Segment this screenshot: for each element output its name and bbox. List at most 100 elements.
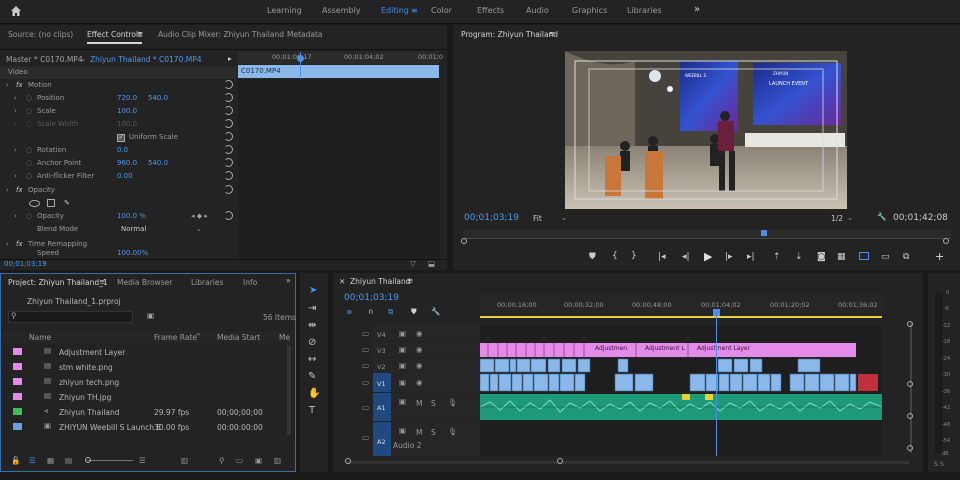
scrubber-end-handle[interactable]	[943, 238, 949, 244]
microphone-icon[interactable]: 🎙	[448, 398, 458, 407]
razor-tool-icon[interactable]: ⊘	[308, 337, 316, 348]
panel-more-icon[interactable]: »	[286, 276, 291, 285]
rectangle-mask-icon[interactable]	[47, 199, 55, 207]
list-item[interactable]: ⫷ Zhiyun Thailand 29.97 fps 00;00;00;00	[1, 405, 287, 419]
sort-icons-icon[interactable]: ☰	[139, 456, 146, 465]
sync-lock-icon[interactable]: ▣	[399, 345, 406, 354]
ripple-edit-tool-icon[interactable]: ⇹	[308, 320, 316, 331]
panel-menu-icon[interactable]: ≡	[99, 277, 105, 286]
lock-icon[interactable]: 🔓	[11, 456, 20, 465]
ec-timeline[interactable]	[238, 52, 439, 64]
pen-tool-icon[interactable]: ✎	[308, 371, 316, 382]
ec-timecode[interactable]: 00;01;03;19	[4, 260, 47, 268]
nest-toggle-icon[interactable]: ⧈	[347, 307, 352, 317]
rotation-value[interactable]: 0.0	[117, 146, 128, 154]
mark-out-icon[interactable]: }	[631, 251, 637, 261]
panel-menu-icon[interactable]: ≡	[407, 276, 413, 285]
solo-button[interactable]: S	[431, 428, 436, 437]
work-area-bar[interactable]	[480, 316, 882, 318]
keyframe-nav-icon[interactable]: ◂ ◆ ▸	[191, 212, 208, 220]
track-label-v2[interactable]: V2	[377, 363, 386, 371]
label-color[interactable]	[13, 363, 22, 370]
list-item[interactable]: ▤ Zhiyun TH.jpg	[1, 390, 287, 404]
timeline-v-scrollbar[interactable]	[910, 323, 912, 453]
step-back-icon[interactable]: ◂|	[682, 252, 690, 262]
sync-lock-icon[interactable]: ▣	[399, 426, 406, 435]
go-to-out-icon[interactable]: ▸|	[747, 252, 755, 262]
list-item[interactable]: ▣ ZHIYUN Weebill S Launch E 30.00 fps 00…	[1, 420, 287, 434]
type-tool-icon[interactable]: T	[309, 405, 315, 416]
label-color[interactable]	[13, 423, 22, 430]
reset-icon[interactable]	[224, 158, 233, 167]
zoom-slider[interactable]	[87, 460, 133, 461]
workspace-learning[interactable]: Learning	[267, 6, 302, 15]
timeline-timecode[interactable]: 00;01;03;19	[344, 293, 399, 303]
project-scrollbar[interactable]	[287, 345, 291, 435]
lock-track-icon[interactable]: ▭	[362, 403, 369, 412]
track-lane-v4[interactable]	[480, 326, 882, 341]
freeform-view-icon[interactable]: ▤	[65, 456, 72, 465]
expand-arrow-icon[interactable]: ›	[6, 240, 9, 248]
anchor-y-value[interactable]: 540.0	[148, 159, 168, 167]
add-marker-icon[interactable]: ⛊	[411, 307, 417, 317]
list-item[interactable]: ▤ stm white.png	[1, 360, 287, 374]
workspace-graphics[interactable]: Graphics	[572, 6, 607, 15]
solo-button[interactable]: S	[431, 399, 436, 408]
workspace-more-icon[interactable]: »	[694, 4, 700, 15]
lock-track-icon[interactable]: ▭	[362, 345, 369, 354]
motion-row[interactable]: › fx Motion	[0, 79, 237, 92]
vr-icon[interactable]: ⧉	[903, 252, 909, 262]
v-scroll-handle[interactable]	[907, 321, 913, 327]
export-icon[interactable]: ⬓	[428, 259, 435, 268]
mute-button[interactable]: M	[416, 428, 422, 437]
v2-clips[interactable]	[480, 358, 882, 373]
expand-arrow-icon[interactable]: ›	[14, 107, 17, 115]
video-frame[interactable]: WEEBILL S LAUNCH EVENT ZHIYUN	[565, 51, 847, 209]
tab-metadata[interactable]: Metadata	[287, 30, 323, 39]
speed-value[interactable]: 100.00%	[117, 249, 148, 257]
play-only-icon[interactable]: ▸	[228, 54, 232, 63]
list-view-icon[interactable]: ☰	[29, 456, 36, 465]
filter-icon[interactable]: ▽	[410, 259, 416, 268]
v-scroll-handle[interactable]	[907, 381, 913, 387]
reset-icon[interactable]	[224, 106, 233, 115]
a1-audio-clip[interactable]	[480, 393, 882, 421]
workspace-libraries[interactable]: Libraries	[627, 6, 662, 15]
snap-icon[interactable]: ∩	[368, 307, 374, 316]
stopwatch-icon[interactable]: ◌	[26, 159, 32, 167]
reset-icon[interactable]	[224, 132, 233, 141]
resolution-select[interactable]: 1/2	[831, 214, 843, 223]
panel-menu-icon[interactable]: ≡	[549, 29, 555, 38]
list-item[interactable]: ▤ Adjustment Layer	[1, 345, 287, 359]
automate-sequence-icon[interactable]: ▥	[181, 456, 188, 465]
stopwatch-icon[interactable]: ◌	[26, 172, 32, 180]
home-icon[interactable]	[10, 5, 22, 20]
lock-track-icon[interactable]: ▭	[362, 433, 369, 442]
toggle-output-icon[interactable]: ◉	[416, 361, 423, 370]
workspace-editing[interactable]: Editing	[381, 6, 409, 15]
ellipse-mask-icon[interactable]	[29, 200, 40, 207]
sync-lock-icon[interactable]: ▣	[399, 329, 406, 338]
track-header-v4[interactable]	[373, 326, 480, 341]
tab-source[interactable]: Source: (no clips)	[8, 30, 73, 39]
v-scroll-handle[interactable]	[907, 413, 913, 419]
step-forward-icon[interactable]: |▸	[725, 252, 733, 262]
linked-selection-icon[interactable]: ⧉	[388, 307, 393, 317]
track-header-v3[interactable]	[373, 342, 480, 357]
v1-clips[interactable]	[480, 373, 882, 392]
track-label-v3[interactable]: V3	[377, 347, 386, 355]
expand-arrow-icon[interactable]: ›	[6, 186, 9, 194]
tab-media-browser[interactable]: Media Browser	[117, 278, 172, 287]
microphone-icon[interactable]: 🎙	[448, 427, 458, 436]
list-item[interactable]: ▤ zhiyun tech.png	[1, 375, 287, 389]
workspace-effects[interactable]: Effects	[477, 6, 504, 15]
new-bin-from-search-icon[interactable]: ▣	[147, 311, 154, 320]
scroll-handle-left[interactable]	[345, 458, 351, 464]
workspace-menu-icon[interactable]: ≡	[411, 6, 418, 15]
zoom-slider-handle[interactable]	[85, 457, 91, 463]
go-to-in-icon[interactable]: |◂	[658, 252, 666, 262]
mute-button[interactable]: M	[416, 399, 422, 408]
slip-tool-icon[interactable]: ↔	[308, 354, 316, 365]
label-color[interactable]	[13, 408, 22, 415]
timeline-playhead[interactable]	[716, 309, 717, 456]
